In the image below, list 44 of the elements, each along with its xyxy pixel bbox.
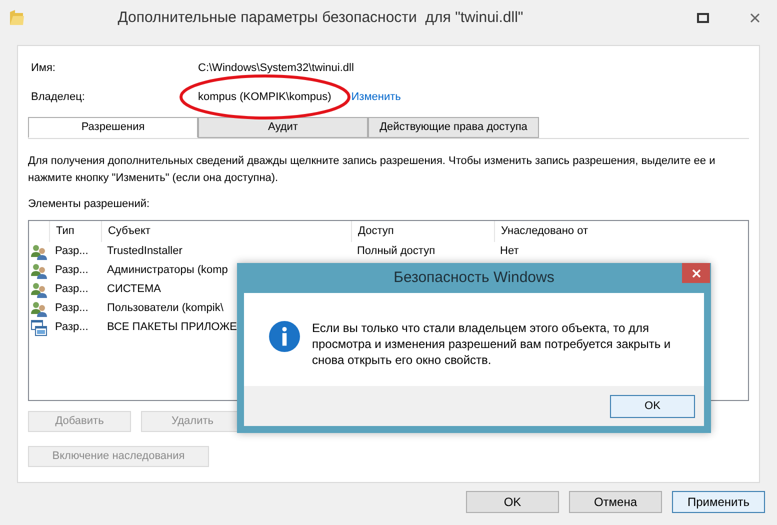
info-icon — [269, 321, 300, 352]
table-cell: Разр... — [55, 264, 88, 276]
instructions-text: Для получения дополнительных сведений дважды щелкните запись разрешения. Чтобы изменить запись разрешения, выделите ее и нажмите кнопку "Изменить" (если она доступна). — [28, 154, 716, 186]
close-icon — [750, 13, 760, 23]
users-icon — [31, 300, 47, 316]
table-cell: Разр... — [55, 321, 88, 334]
users-icon — [31, 282, 47, 298]
field-value: kompus (KOMPIK\kompus) — [198, 90, 332, 103]
table-cell: Нет — [500, 245, 519, 258]
table-cell: СИСТЕМА — [107, 283, 161, 296]
table-cell: Разр... — [55, 283, 88, 296]
field-label: Владелец: — [31, 90, 86, 105]
field-value: C:\Windows\System32\twinui.dll — [198, 62, 354, 74]
column-header[interactable]: Тип — [49, 221, 101, 242]
table-cell: Пользователи (kompik\ — [107, 302, 224, 314]
table-cell: Полный доступ — [357, 245, 436, 258]
maximize-icon[interactable] — [697, 13, 709, 23]
apply-button[interactable]: Применить — [672, 491, 765, 513]
field-label: Имя: — [31, 60, 56, 76]
tab[interactable]: Аудит — [198, 117, 368, 138]
column-header[interactable]: Субъект — [101, 221, 351, 242]
column-header[interactable]: Унаследовано от — [494, 221, 748, 242]
table-caption: Элементы разрешений: — [28, 197, 151, 212]
cancel-button[interactable]: Отмена — [569, 491, 662, 513]
tab[interactable]: Разрешения — [28, 117, 198, 138]
close-button[interactable] — [682, 263, 710, 283]
tab[interactable]: Действующие права доступа — [368, 117, 539, 138]
users-icon — [31, 262, 47, 278]
column-header[interactable]: Доступ — [351, 221, 494, 242]
dialog-message: Если вы только что стали владельцем этого объекта, то для просмотра и изменения разрешений вам потребуется закрыть и снова открыть его окно свойств. — [312, 320, 672, 369]
table-cell: Разр... — [55, 245, 88, 258]
change-link[interactable]: Изменить — [351, 88, 401, 106]
folder-icon — [10, 10, 24, 26]
table-cell: ВСЕ ПАКЕТЫ ПРИЛОЖЕ — [107, 321, 237, 334]
window-title: Дополнительные параметры безопасности для "twinui.dll" — [116, 8, 524, 28]
table-cell: Разр... — [55, 302, 88, 314]
table-cell: TrustedInstaller — [107, 245, 182, 258]
dialog-title: Безопасность Windows — [394, 268, 554, 288]
ok-button[interactable]: OK — [610, 394, 695, 418]
close-icon — [692, 268, 700, 278]
table-cell: Администраторы (komp — [107, 264, 228, 276]
app-window-icon — [31, 320, 47, 336]
users-icon — [31, 244, 47, 260]
ok-button[interactable]: OK — [466, 491, 559, 513]
